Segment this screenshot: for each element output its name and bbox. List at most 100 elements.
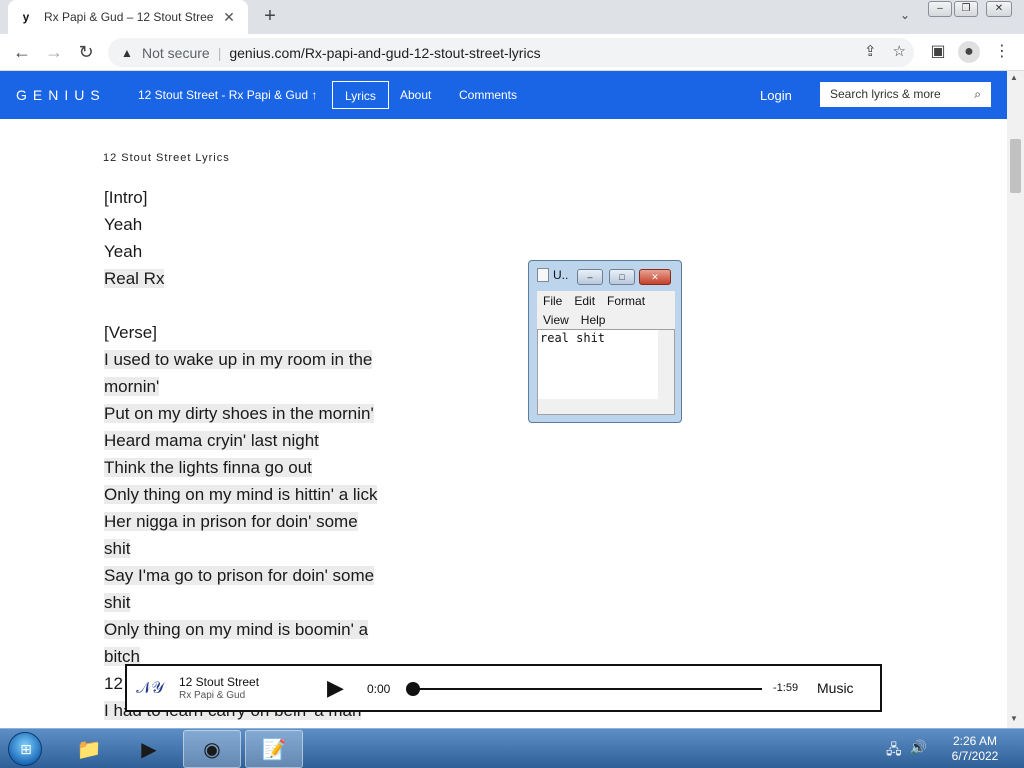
lyric-text[interactable]: Her nigga in prison for doin' some: [104, 512, 358, 531]
window-restore-button[interactable]: ❐: [954, 1, 978, 17]
lyric-line: Yeah: [104, 211, 404, 238]
lyric-text[interactable]: Say I'ma go to prison for doin' some: [104, 566, 375, 585]
media-player-icon[interactable]: ▶: [120, 730, 178, 768]
progress-knob[interactable]: [406, 682, 420, 696]
lyric-text[interactable]: Real Rx: [104, 269, 165, 288]
explorer-folder-icon[interactable]: 📁: [60, 730, 118, 768]
url-text[interactable]: genius.com/Rx-papi-and-gud-12-stout-stre…: [229, 45, 540, 61]
lyric-line: shit: [104, 589, 404, 616]
lyric-line: Yeah: [104, 238, 404, 265]
reload-icon[interactable]: ↻: [74, 40, 98, 64]
menu-view[interactable]: View: [537, 313, 575, 327]
notepad-text-area[interactable]: real shit: [537, 329, 675, 415]
menu-edit[interactable]: Edit: [568, 294, 601, 308]
lyric-line: Only thing on my mind is hittin' a lick: [104, 481, 404, 508]
new-tab-icon[interactable]: +: [258, 4, 282, 28]
header-song-link[interactable]: 12 Stout Street - Rx Papi & Gud ↑: [138, 88, 317, 102]
tab-lyrics[interactable]: Lyrics: [332, 81, 389, 109]
window-close-button[interactable]: ✕: [986, 1, 1012, 17]
apple-music-logo[interactable]: Music: [817, 680, 854, 696]
windows-logo-icon: ⊞: [20, 741, 32, 757]
lyric-text[interactable]: Think the lights finna go out: [104, 458, 312, 477]
system-tray: 🖧 🔊: [886, 739, 927, 763]
notepad-app-icon: [537, 268, 549, 282]
volume-icon[interactable]: 🔊: [910, 739, 927, 763]
menu-file[interactable]: File: [537, 294, 568, 308]
taskbar: ⊞ 📁 ▶ ◉ 📝 🖧 🔊 2:26 AM 6/7/2022: [0, 728, 1024, 768]
omnibox-divider: |: [217, 44, 222, 61]
network-icon[interactable]: 🖧: [886, 739, 902, 763]
bookmark-star-icon[interactable]: ☆: [893, 42, 906, 60]
notepad-maximize-button[interactable]: □: [609, 269, 635, 285]
scroll-up-arrow-icon[interactable]: ▲: [1010, 73, 1018, 82]
lyric-line: Her nigga in prison for doin' some: [104, 508, 404, 535]
browser-toolbar: ← → ↻ ▲ Not secure | genius.com/Rx-papi-…: [0, 34, 1024, 71]
player-song-title[interactable]: 12 Stout Street: [179, 675, 259, 689]
player-artist[interactable]: Rx Papi & Gud: [179, 690, 245, 701]
lyric-text[interactable]: Only thing on my mind is boomin' a: [104, 620, 369, 639]
lyric-text: Yeah: [104, 215, 143, 234]
clock-time: 2:26 AM: [952, 734, 998, 748]
lyric-text[interactable]: shit: [104, 539, 131, 558]
menu-kebab-icon[interactable]: ⋮: [990, 40, 1014, 64]
share-icon[interactable]: ⇪: [864, 42, 877, 60]
notepad-horizontal-scrollbar[interactable]: [538, 399, 674, 414]
lyric-text[interactable]: I used to wake up in my room in the: [104, 350, 373, 369]
browser-tab[interactable]: y Rx Papi & Gud – 12 Stout Street ✕: [8, 0, 248, 34]
tab-title: Rx Papi & Gud – 12 Stout Street: [44, 10, 214, 24]
remaining-time: -1:59: [773, 682, 799, 694]
tab-strip: y Rx Papi & Gud – 12 Stout Street ✕ + ⌄ …: [0, 0, 1024, 34]
progress-track[interactable]: [406, 682, 762, 696]
lyric-text: Yeah: [104, 242, 143, 261]
tab-search-chevron-icon[interactable]: ⌄: [896, 8, 914, 26]
lyric-line: [Intro]: [104, 184, 404, 211]
window-minimize-button[interactable]: –: [928, 1, 952, 17]
notepad-vertical-scrollbar[interactable]: [658, 330, 674, 400]
lyric-text[interactable]: mornin': [104, 377, 160, 396]
scroll-thumb[interactable]: [1010, 139, 1021, 193]
genius-favicon-icon: y: [22, 10, 30, 24]
start-button[interactable]: ⊞: [8, 732, 42, 766]
tab-about[interactable]: About: [388, 81, 443, 109]
lyrics-heading: 12 Stout Street Lyrics: [103, 152, 230, 164]
forward-arrow-icon[interactable]: →: [42, 40, 66, 64]
profile-avatar-icon[interactable]: ●: [958, 41, 980, 63]
lyric-text[interactable]: Only thing on my mind is hittin' a lick: [104, 485, 378, 504]
warning-triangle-icon[interactable]: ▲: [120, 46, 134, 60]
notepad-minimize-button[interactable]: –: [577, 269, 603, 285]
album-art-icon[interactable]: 𝒩𝒴: [135, 674, 165, 704]
lyric-line: Put on my dirty shoes in the mornin': [104, 400, 404, 427]
genius-logo[interactable]: GENIUS: [16, 87, 106, 103]
not-secure-label[interactable]: Not secure: [142, 45, 210, 61]
search-icon[interactable]: ⌕: [974, 82, 981, 107]
side-panel-icon[interactable]: ▣: [926, 40, 950, 64]
tab-close-icon[interactable]: ✕: [220, 9, 238, 26]
page-scrollbar[interactable]: ▲ ▼: [1007, 71, 1024, 728]
elapsed-time: 0:00: [367, 682, 391, 696]
notepad-taskbar-icon[interactable]: 📝: [245, 730, 303, 768]
genius-header: GENIUS 12 Stout Street - Rx Papi & Gud ↑…: [0, 71, 1007, 119]
lyric-text[interactable]: Put on my dirty shoes in the mornin': [104, 404, 374, 423]
tab-comments[interactable]: Comments: [447, 81, 529, 109]
lyric-text: 12: [104, 674, 123, 693]
notepad-text[interactable]: real shit: [540, 331, 605, 345]
back-arrow-icon[interactable]: ←: [10, 40, 34, 64]
login-link[interactable]: Login: [760, 88, 792, 103]
notepad-window[interactable]: U.. – □ ✕ File Edit Format View Help rea…: [528, 260, 682, 423]
scroll-down-arrow-icon[interactable]: ▼: [1010, 714, 1018, 723]
taskbar-clock[interactable]: 2:26 AM 6/7/2022: [940, 734, 1010, 764]
menu-help[interactable]: Help: [575, 313, 612, 327]
lyric-line: I used to wake up in my room in the: [104, 346, 404, 373]
play-icon[interactable]: ▶: [327, 676, 351, 700]
notepad-title: U..: [553, 268, 569, 282]
menu-format[interactable]: Format: [601, 294, 651, 308]
lyric-gap: [104, 292, 404, 319]
lyric-text: [Verse]: [104, 323, 157, 342]
lyric-text[interactable]: shit: [104, 593, 131, 612]
chrome-icon[interactable]: ◉: [183, 730, 241, 768]
lyric-text[interactable]: Heard mama cryin' last night: [104, 431, 319, 450]
address-bar[interactable]: ▲ Not secure | genius.com/Rx-papi-and-gu…: [108, 38, 914, 67]
search-input[interactable]: Search lyrics & more ⌕: [820, 82, 991, 107]
notepad-close-button[interactable]: ✕: [639, 269, 671, 285]
lyric-text: [Intro]: [104, 188, 148, 207]
